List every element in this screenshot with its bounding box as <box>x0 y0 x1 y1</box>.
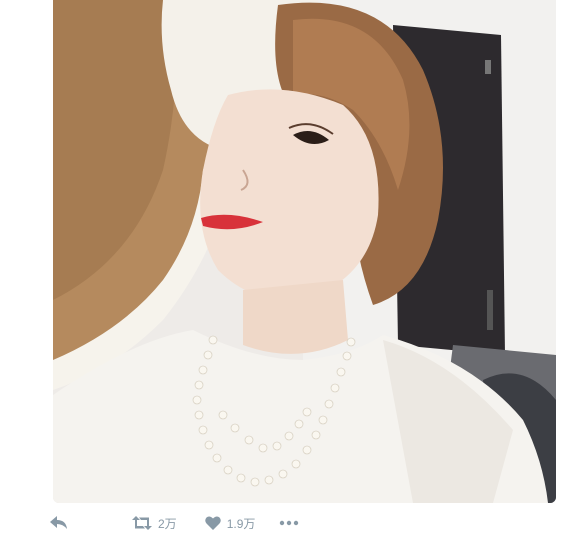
like-count: 1.9万 <box>226 516 256 531</box>
reply-button[interactable] <box>50 510 74 536</box>
retweet-button[interactable]: 2万 <box>132 510 177 536</box>
tweet-action-bar: 2万 1.9万 <box>50 510 299 536</box>
retweet-count: 2万 <box>158 516 177 531</box>
like-button[interactable]: 1.9万 <box>204 510 256 536</box>
more-dots-icon <box>279 520 299 526</box>
retweet-icon <box>132 516 152 530</box>
tweet-card: 2万 1.9万 <box>0 0 561 540</box>
portrait-photo-drawing <box>53 0 556 503</box>
reply-icon <box>50 516 68 530</box>
tweet-photo[interactable] <box>53 0 556 503</box>
more-button[interactable] <box>279 510 299 536</box>
heart-icon <box>204 516 221 530</box>
